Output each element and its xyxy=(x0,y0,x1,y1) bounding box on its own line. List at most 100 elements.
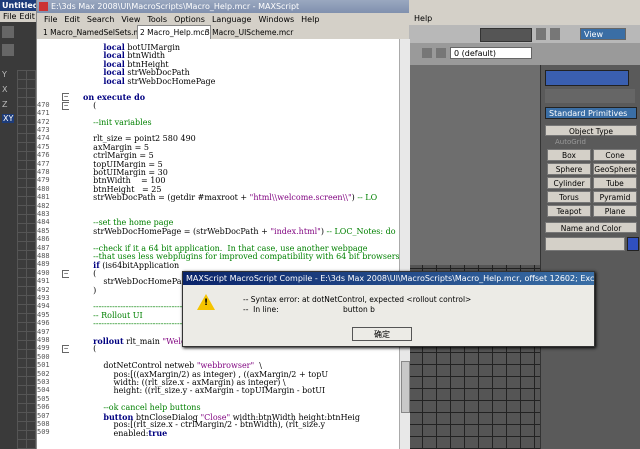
editor-tabs: 1 Macro_NamedSelSets.mcr 2 Macro_Help.mc… xyxy=(37,25,409,40)
name-field[interactable] xyxy=(545,70,629,86)
layer-icon[interactable] xyxy=(422,48,432,58)
geosphere-button[interactable]: GeoSphere xyxy=(593,163,637,175)
line-number-gutter: −470−471 472 473 474 475 476 477 478 479 480 481 48… xyxy=(37,39,70,449)
line-number: 481 xyxy=(37,193,50,202)
scrollbar-thumb[interactable] xyxy=(401,361,410,413)
line-number: 507 xyxy=(37,411,50,420)
line-number: 482 xyxy=(37,201,50,210)
line-number: 492 xyxy=(37,285,50,294)
line-number: 484 xyxy=(37,218,50,227)
command-panel: Standard Primitives Object Type AutoGrid… xyxy=(540,65,640,449)
line-number: 494 xyxy=(37,302,50,311)
plane-button[interactable]: Plane xyxy=(593,205,637,217)
view-dropdown[interactable]: View xyxy=(580,28,626,40)
line-number: 487 xyxy=(37,243,50,252)
editor-menu-file[interactable]: File xyxy=(44,15,57,24)
create-tab-icons[interactable] xyxy=(545,89,635,103)
menu-edit[interactable]: Edit xyxy=(19,12,35,21)
cylinder-button[interactable]: Cylinder xyxy=(547,177,591,189)
code-line: strWebDocHomePage = (strWebDocPath + "in… xyxy=(83,226,396,236)
code-line: strWebDocHomePa xyxy=(83,277,182,287)
code-line: height: ((rlt_size.y - axMargin - topUIM… xyxy=(83,386,326,396)
line-number: 479 xyxy=(37,176,50,185)
torus-button[interactable]: Torus xyxy=(547,191,591,203)
editor-vertical-scrollbar[interactable] xyxy=(399,39,410,449)
line-number: 502 xyxy=(37,369,50,378)
layer-toolbar: 0 (default) xyxy=(408,43,640,65)
object-name-input[interactable] xyxy=(545,237,625,251)
axis-z-label[interactable]: Z xyxy=(2,100,7,109)
editor-menu-tools[interactable]: Tools xyxy=(147,15,167,24)
sphere-button[interactable]: Sphere xyxy=(547,163,591,175)
line-number: 504 xyxy=(37,386,50,395)
editor-menu-language[interactable]: Language xyxy=(212,15,251,24)
editor-menu-edit[interactable]: Edit xyxy=(64,15,80,24)
code-line: ( xyxy=(83,100,97,110)
layer-dropdown[interactable]: 0 (default) xyxy=(450,47,532,59)
axis-y-label[interactable]: Y xyxy=(2,70,7,79)
line-number: 476 xyxy=(37,151,50,160)
select-icon[interactable] xyxy=(2,44,14,56)
tab-macro-help[interactable]: 2 Macro_Help.mcr xyxy=(137,25,211,39)
teapot-button[interactable]: Teapot xyxy=(547,205,591,217)
tool-icon[interactable] xyxy=(550,28,560,40)
pyramid-button[interactable]: Pyramid xyxy=(593,191,637,203)
layer-icon[interactable] xyxy=(436,48,446,58)
primitives-dropdown[interactable]: Standard Primitives xyxy=(545,107,637,119)
axis-x-label[interactable]: X xyxy=(2,85,7,94)
editor-menu-windows[interactable]: Windows xyxy=(258,15,294,24)
max-right-panel: Help View 0 (default) Standard Primitive… xyxy=(408,0,640,449)
menu-file[interactable]: File xyxy=(3,12,16,21)
line-number: 509 xyxy=(37,428,50,437)
line-number: 491 xyxy=(37,277,50,286)
tab-macro-namedselsets[interactable]: 1 Macro_NamedSelSets.mcr xyxy=(41,26,150,39)
line-number: 489 xyxy=(37,260,50,269)
line-number: 496 xyxy=(37,319,50,328)
editor-menubar: File Edit Search View Tools Options Language Wi… xyxy=(37,13,409,26)
editor-menu-view[interactable]: View xyxy=(121,15,140,24)
editor-menu-search[interactable]: Search xyxy=(87,15,114,24)
line-number: 508 xyxy=(37,420,50,428)
maxscript-icon xyxy=(39,2,48,11)
ok-button[interactable]: 确定 xyxy=(352,327,412,341)
name-and-color-rollout[interactable]: Name and Color xyxy=(545,222,637,233)
tube-button[interactable]: Tube xyxy=(593,177,637,189)
code-line: ( xyxy=(83,344,97,354)
toolbar-icon[interactable] xyxy=(2,26,14,38)
editor-menu-options[interactable]: Options xyxy=(174,15,205,24)
line-number: 478 xyxy=(37,168,50,176)
box-button[interactable]: Box xyxy=(547,149,591,161)
max-title-bar xyxy=(408,0,640,13)
line-number: 501 xyxy=(37,361,50,370)
code-line: ) xyxy=(83,285,97,295)
line-number: 493 xyxy=(37,294,50,302)
dialog-title: MAXScript MacroScript Compile - E:\3ds M… xyxy=(183,272,594,285)
maxscript-editor-window: E:\3ds Max 2008\UI\MacroScripts\Macro_He… xyxy=(36,0,410,449)
cone-button[interactable]: Cone xyxy=(593,149,637,161)
perspective-viewport[interactable] xyxy=(408,65,540,449)
line-number: 500 xyxy=(37,352,50,361)
line-number: 497 xyxy=(37,327,50,336)
object-type-rollout[interactable]: Object Type xyxy=(545,125,637,136)
line-number: 473 xyxy=(37,126,50,134)
tool-icon[interactable] xyxy=(536,28,546,40)
line-number: 505 xyxy=(37,394,50,403)
compile-error-dialog: MAXScript MacroScript Compile - E:\3ds M… xyxy=(182,271,595,347)
line-number: 485 xyxy=(37,226,50,235)
autogrid-checkbox[interactable]: AutoGrid xyxy=(555,138,586,146)
error-message-line1: -- Syntax error: at dotNetControl, expec… xyxy=(243,295,472,304)
color-swatch[interactable] xyxy=(627,237,639,251)
toolbar-dropdown[interactable] xyxy=(480,28,532,42)
code-area[interactable]: local botUIMargin local btnWidth local b… xyxy=(69,39,399,449)
line-number: 471 xyxy=(37,109,50,118)
error-message-line2: -- In line: button b xyxy=(243,305,375,314)
line-number: 483 xyxy=(37,210,50,218)
menu-help[interactable]: Help xyxy=(414,14,432,23)
tab-macro-uischeme[interactable]: 3 Macro_UIScheme.mcr xyxy=(203,26,295,39)
line-number: 503 xyxy=(37,378,50,386)
editor-title: E:\3ds Max 2008\UI\MacroScripts\Macro_He… xyxy=(51,2,300,11)
editor-menu-help[interactable]: Help xyxy=(301,15,319,24)
line-number: 488 xyxy=(37,252,50,260)
axis-xy-label[interactable]: XY xyxy=(2,114,15,123)
code-line: --init variables xyxy=(93,117,152,127)
